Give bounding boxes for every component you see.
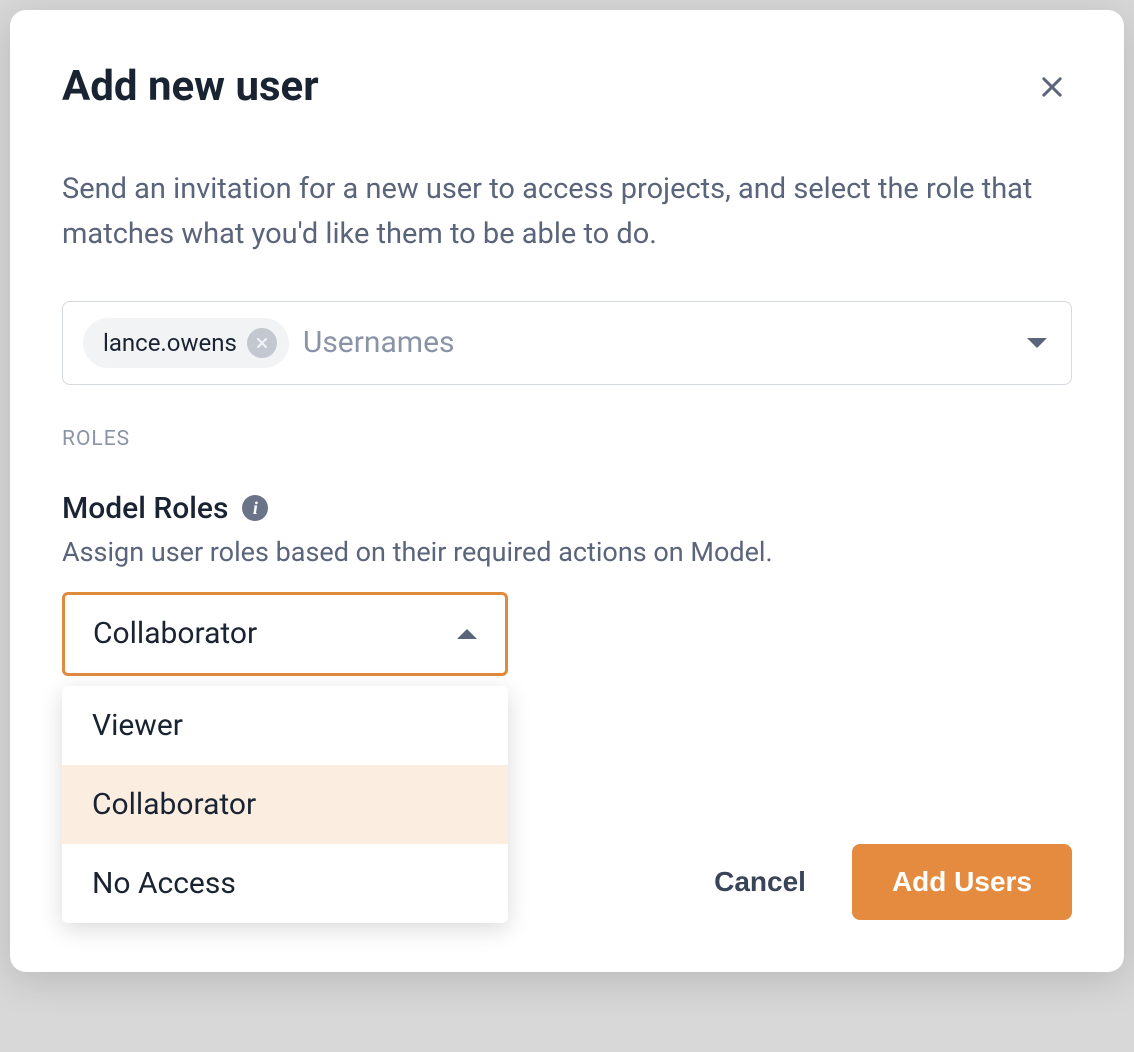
username-chip: lance.owens xyxy=(83,318,289,368)
chevron-down-icon xyxy=(1027,338,1047,348)
modal-title: Add new user xyxy=(62,62,319,111)
add-users-button[interactable]: Add Users xyxy=(852,844,1072,920)
modal-header: Add new user xyxy=(62,62,1072,111)
role-option-no-access[interactable]: No Access xyxy=(62,844,508,923)
role-select-value: Collaborator xyxy=(93,616,257,651)
roles-section-label: ROLES xyxy=(62,427,1072,451)
chevron-up-icon xyxy=(457,629,477,639)
role-option-viewer[interactable]: Viewer xyxy=(62,686,508,765)
close-button[interactable] xyxy=(1032,67,1072,107)
roles-description: Assign user roles based on their require… xyxy=(62,536,1072,568)
usernames-input[interactable]: lance.owens Usernames xyxy=(62,301,1072,385)
model-roles-heading: Model Roles xyxy=(62,491,228,526)
usernames-placeholder: Usernames xyxy=(303,325,1051,360)
remove-icon xyxy=(254,335,270,351)
modal-description: Send an invitation for a new user to acc… xyxy=(62,167,1072,257)
role-options-list: Viewer Collaborator No Access xyxy=(62,686,508,923)
chip-remove-button[interactable] xyxy=(247,328,277,358)
username-chip-label: lance.owens xyxy=(103,329,237,357)
close-icon xyxy=(1038,73,1066,101)
info-icon[interactable]: i xyxy=(242,495,268,521)
add-user-modal: Add new user Send an invitation for a ne… xyxy=(10,10,1124,972)
roles-heading-row: Model Roles i xyxy=(62,491,1072,526)
model-role-select: Collaborator Viewer Collaborator No Acce… xyxy=(62,592,508,676)
role-option-collaborator[interactable]: Collaborator xyxy=(62,765,508,844)
role-select-trigger[interactable]: Collaborator xyxy=(62,592,508,676)
modal-footer: Cancel Add Users xyxy=(708,844,1072,920)
cancel-button[interactable]: Cancel xyxy=(708,858,812,906)
